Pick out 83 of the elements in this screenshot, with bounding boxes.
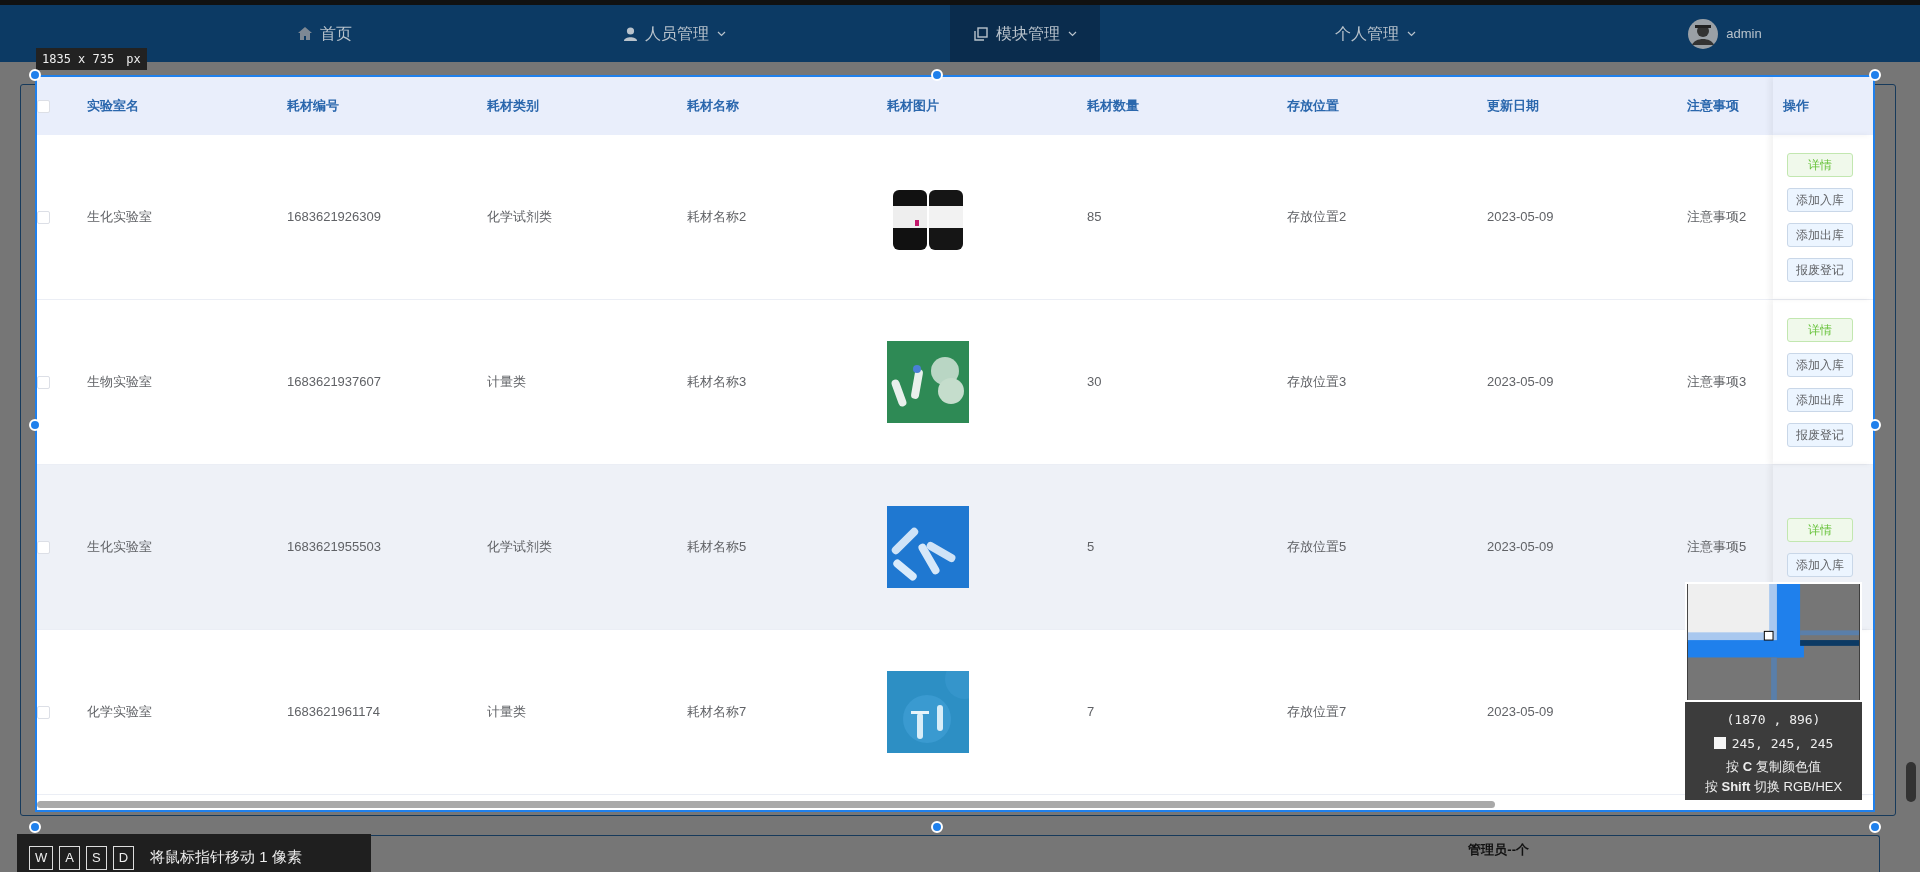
table-cell-text: 存放位置3 xyxy=(1287,373,1347,392)
table-cell-text: 存放位置2 xyxy=(1287,208,1347,227)
table-cell-text: 1683621961174 xyxy=(287,703,381,722)
table-cell-text: 1683621926309 xyxy=(287,208,381,227)
column-header: 耗材图片 xyxy=(887,97,939,116)
table-cell-text: 耗材名称5 xyxy=(687,538,747,557)
table-cell-text: 2023-05-09 xyxy=(1487,208,1554,227)
capture-size: 1835 x 735 xyxy=(41,51,116,68)
row-checkbox[interactable] xyxy=(37,210,50,224)
cursor-coordinates: (1870 , 896) xyxy=(1725,711,1822,729)
column-header: 实验室名 xyxy=(87,97,139,116)
nav-item[interactable]: 人员管理 xyxy=(500,5,850,62)
table-cell-text: 注意事项2 xyxy=(1687,208,1747,227)
table-cell-text: 7 xyxy=(1087,703,1095,722)
column-header: 存放位置 xyxy=(1287,97,1339,116)
table-cell-text: 生物实验室 xyxy=(87,373,152,392)
table-cell-text: 耗材名称7 xyxy=(687,703,747,722)
action-button[interactable]: 报废登记 xyxy=(1787,257,1853,282)
table-cell-text: 生化实验室 xyxy=(87,208,152,227)
color-value: 245, 245, 245 xyxy=(1731,735,1834,751)
resize-handle[interactable] xyxy=(29,821,41,833)
user-icon xyxy=(624,26,637,41)
table-cell-text: 30 xyxy=(1087,373,1102,392)
resize-handle[interactable] xyxy=(931,821,943,833)
scrollbar-thumb[interactable] xyxy=(37,801,1495,808)
action-button[interactable]: 添加出库 xyxy=(1787,387,1853,412)
table-cell-text: 注意事项3 xyxy=(1687,373,1747,392)
key-cap: A xyxy=(59,846,80,870)
column-header: 耗材类别 xyxy=(487,97,539,116)
column-header: 耗材数量 xyxy=(1087,97,1139,116)
table-cell-text: 化学试剂类 xyxy=(487,538,552,557)
key-cap: W xyxy=(29,846,54,870)
column-header: 耗材名称 xyxy=(687,97,739,116)
table-cell-text: 计量类 xyxy=(487,703,526,722)
column-header: 操作 xyxy=(1783,97,1809,116)
resize-handle[interactable] xyxy=(1869,69,1881,81)
table-cell-text: 存放位置7 xyxy=(1287,703,1347,722)
footer-text: 管理员--个 xyxy=(1468,841,1529,859)
table-cell-text: 计量类 xyxy=(487,373,526,392)
resize-handle[interactable] xyxy=(1869,821,1881,833)
nav-item[interactable]: 模块管理 xyxy=(950,5,1100,62)
table-cell-text: 2023-05-09 xyxy=(1487,538,1554,557)
table-cell-text: 化学试剂类 xyxy=(487,208,552,227)
resize-handle[interactable] xyxy=(29,69,41,81)
home-icon xyxy=(298,27,312,40)
avatar[interactable] xyxy=(1688,18,1719,49)
column-header: 更新日期 xyxy=(1487,97,1539,116)
action-button[interactable]: 报废登记 xyxy=(1787,422,1853,447)
column-header: 耗材编号 xyxy=(287,97,339,116)
nav-item[interactable]: 首页 xyxy=(150,5,500,62)
table-cell-text: 耗材名称3 xyxy=(687,373,747,392)
hint-text: 按 C 复制颜色值 xyxy=(1725,758,1822,776)
table-cell-text: 85 xyxy=(1087,208,1102,227)
row-checkbox[interactable] xyxy=(37,705,50,719)
action-button[interactable]: 添加入库 xyxy=(1787,187,1853,212)
action-button[interactable]: 添加入库 xyxy=(1787,352,1853,377)
table-cell-text: 1683621937607 xyxy=(287,373,381,392)
table-cell-text: 注意事项5 xyxy=(1687,538,1747,557)
table-cell-text: 化学实验室 xyxy=(87,703,152,722)
row-checkbox[interactable] xyxy=(37,375,50,389)
column-header: 注意事项 xyxy=(1687,97,1739,116)
hint-text: 将鼠标指针移动 1 像素 xyxy=(150,847,302,867)
row-checkbox[interactable] xyxy=(37,540,50,554)
nav-item[interactable]: 个人管理 xyxy=(1200,5,1550,62)
table-cell-text: 2023-05-09 xyxy=(1487,373,1554,392)
user-name[interactable]: admin xyxy=(1726,23,1762,44)
hint-text: 按 Shift 切换 RGB/HEX xyxy=(1703,777,1844,796)
action-button[interactable]: 添加出库 xyxy=(1787,222,1853,247)
copy-icon xyxy=(973,26,988,41)
key-cap: S xyxy=(85,846,107,870)
table-cell-text: 耗材名称2 xyxy=(687,208,747,227)
resize-handle[interactable] xyxy=(29,419,41,431)
table-cell-text: 存放位置5 xyxy=(1287,538,1347,557)
scrollbar-thumb[interactable] xyxy=(1906,762,1916,802)
table-cell-text: 生化实验室 xyxy=(87,538,152,557)
capture-unit: px xyxy=(125,51,142,68)
key-cap: D xyxy=(112,846,134,870)
resize-handle[interactable] xyxy=(931,69,943,81)
table-cell-text: 5 xyxy=(1087,538,1095,557)
table-cell-text: 1683621955503 xyxy=(287,538,381,557)
checkbox[interactable] xyxy=(37,99,50,113)
table-cell-text: 2023-05-09 xyxy=(1487,703,1554,722)
action-button[interactable]: 添加入库 xyxy=(1787,552,1853,577)
